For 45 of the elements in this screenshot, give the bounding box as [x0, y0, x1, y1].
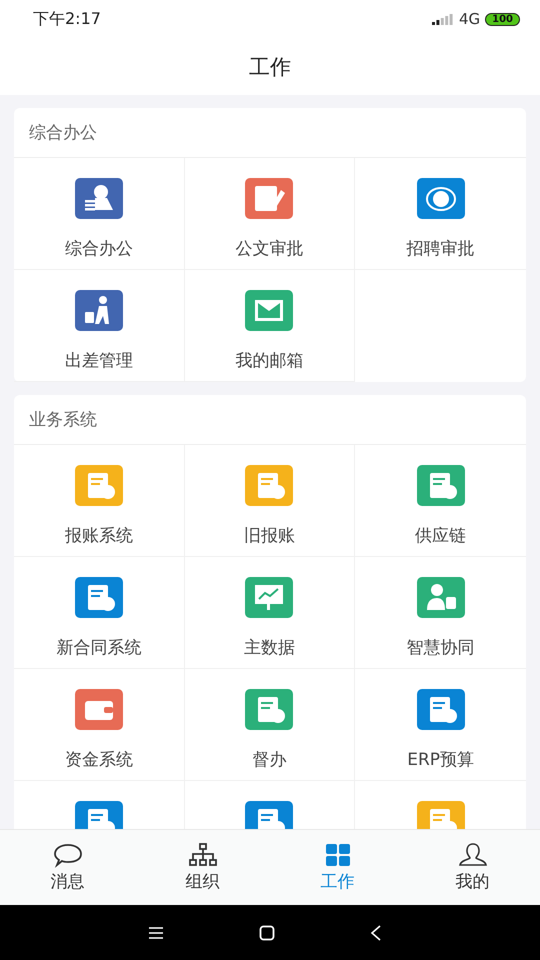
section-title: 综合办公	[29, 122, 97, 144]
back-icon[interactable]	[370, 924, 382, 940]
home-icon[interactable]	[259, 924, 275, 940]
person-icon	[456, 842, 488, 868]
chat-bubble-icon	[52, 842, 84, 868]
tab-item[interactable]: 组织	[135, 830, 270, 905]
app-label: 报账系统	[64, 525, 133, 547]
app-label: 智慧协同	[406, 637, 475, 659]
app-label: 资金系统	[64, 749, 133, 771]
tab-item[interactable]: 我的	[405, 830, 540, 905]
app-label: 督办	[252, 749, 286, 771]
app-tile[interactable]: 招聘审批	[355, 158, 526, 270]
app-tile[interactable]: 出差管理	[14, 270, 185, 382]
app-tile[interactable]: 督办	[184, 669, 356, 781]
app-label: 出差管理	[64, 350, 133, 372]
app-tile[interactable]: 智慧协同	[355, 557, 526, 669]
app-tile[interactable]: 报账系统	[14, 445, 185, 557]
app-tile[interactable]: 资金系统	[14, 669, 185, 781]
app-label: 旧报账	[244, 525, 295, 547]
menu-icon[interactable]	[148, 926, 164, 940]
network-type: 4G	[458, 10, 480, 28]
app-label: 供应链	[415, 525, 466, 547]
app-label: 我的邮箱	[235, 350, 304, 372]
app-label: 公文审批	[235, 238, 304, 260]
app-tile[interactable]: 主数据	[184, 557, 356, 669]
signal-icon	[432, 13, 454, 25]
tab-item[interactable]: 消息	[0, 830, 135, 905]
app-label: ERP预算	[407, 749, 474, 771]
app-label: 主数据	[244, 637, 295, 659]
app-tile[interactable]: 我的邮箱	[184, 270, 356, 382]
app-tile[interactable]: 公文审批	[184, 158, 356, 270]
battery-indicator: 100	[485, 12, 520, 26]
section-title: 业务系统	[29, 409, 97, 431]
org-chart-icon	[186, 842, 218, 868]
app-tile[interactable]: 综合办公	[14, 158, 185, 270]
app-label: 招聘审批	[406, 238, 475, 260]
tab-item[interactable]: 工作	[270, 830, 405, 905]
app-tile[interactable]: 新合同系统	[14, 557, 185, 669]
app-label: 综合办公	[64, 238, 133, 260]
app-tile[interactable]: 旧报账	[184, 445, 356, 557]
app-tile[interactable]: ERP预算	[355, 669, 526, 781]
app-tile[interactable]: 供应链	[355, 445, 526, 557]
app-label: 新合同系统	[56, 637, 142, 659]
status-time: 下午2:17	[33, 8, 101, 30]
page-title: 工作	[249, 54, 291, 80]
